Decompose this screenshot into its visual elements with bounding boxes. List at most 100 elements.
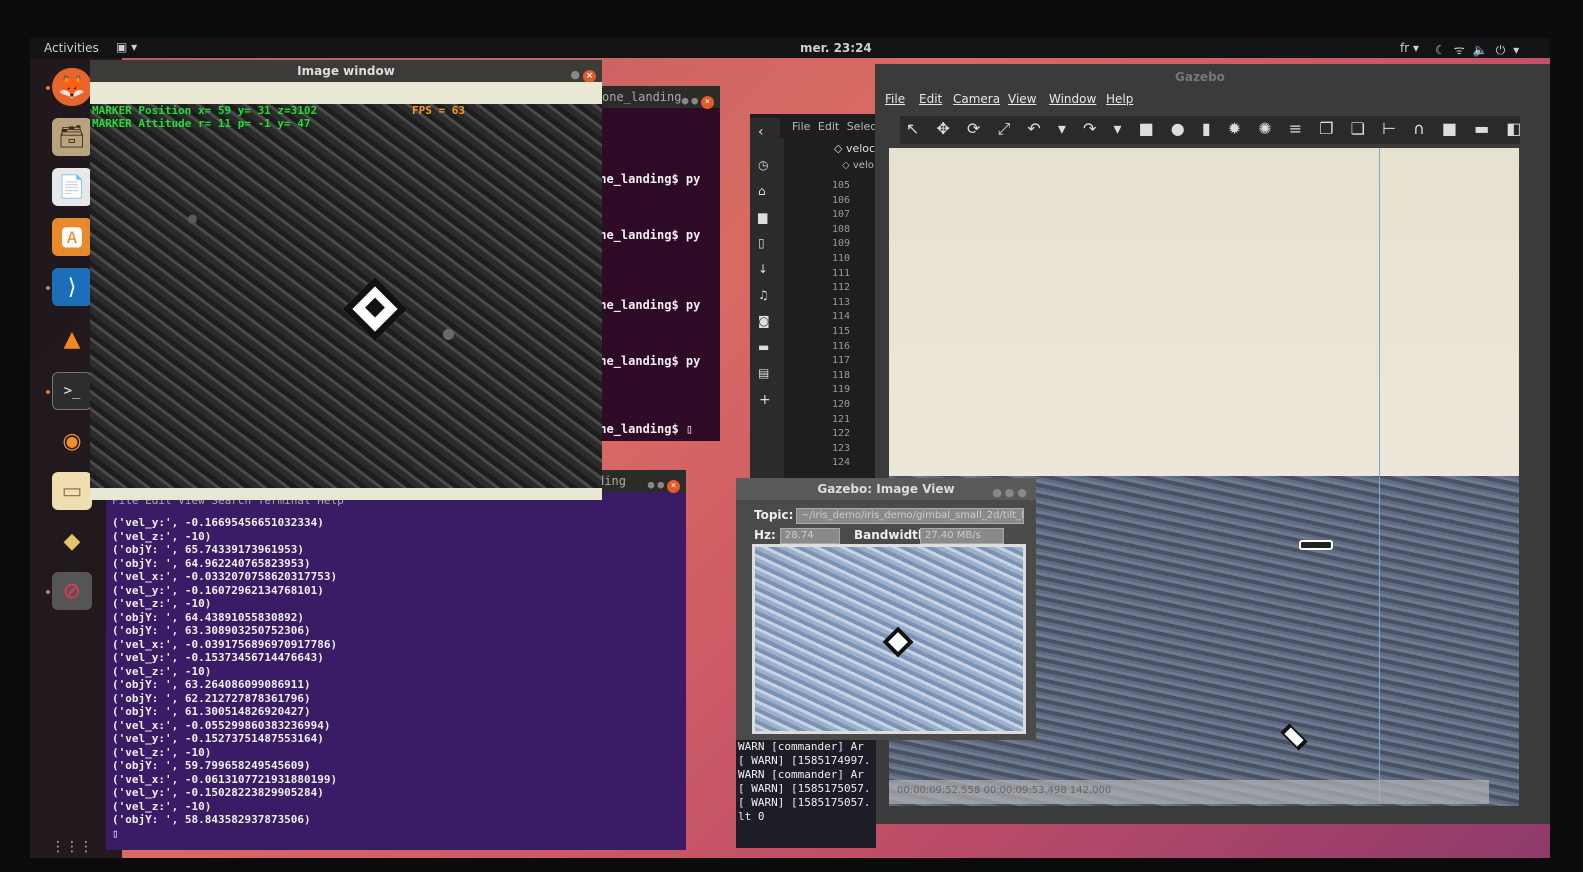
terminal-line: ('vel_z:', -10) — [112, 597, 212, 610]
running-indicator — [46, 86, 50, 90]
window-title: Gazebo: Image View — [817, 482, 955, 496]
line-number: 106 — [832, 194, 851, 206]
side-panel: ‹ ◷ ⌂ ▆ ▯ ↓ ♫ ◙ ▬ ▤ + — [750, 118, 780, 518]
document-icon[interactable]: ▯ — [758, 236, 765, 250]
menu-camera[interactable]: Camera — [953, 92, 1000, 106]
terminal-prompt: one_landing$ py — [592, 172, 701, 186]
blender-icon[interactable]: ◉ — [52, 422, 92, 460]
image-view-titlebar: Gazebo: Image View ●●● — [736, 478, 1036, 500]
terminal-window-bottom[interactable]: iding ●● × File Edit View Search Terminal… — [106, 470, 686, 850]
window-controls[interactable]: ●● × — [682, 90, 714, 112]
terminal-line: ('objY: ', 64.962240765823953) — [112, 556, 311, 570]
text-editor-icon[interactable]: 📄 — [52, 168, 92, 206]
menu-view[interactable]: View — [1008, 92, 1036, 106]
recent-icon[interactable]: ◷ — [758, 158, 768, 172]
line-number: 114 — [832, 311, 851, 323]
editor-tab[interactable]: ◇ veloc — [834, 142, 875, 155]
terminal-title: one_landing — [602, 90, 682, 104]
breadcrumb[interactable]: ◇ velo — [842, 160, 874, 171]
videos-icon[interactable]: ▬ — [758, 340, 769, 354]
show-apps-icon[interactable]: ⋮⋮⋮ — [51, 828, 93, 858]
image-window[interactable]: Image window ● × MARKER Position x= 59 y=… — [90, 60, 602, 500]
terminal-prompt[interactable]: one_landing$ ▯ — [592, 422, 693, 436]
running-indicator — [46, 390, 50, 394]
terminal-line: ('objY: ', 58.843582937873506) — [112, 813, 311, 826]
back-icon[interactable]: ‹ — [758, 124, 764, 140]
menu-help[interactable]: Help — [1106, 92, 1133, 106]
terminal-line: ('vel_x:', -0.055299860383236994) — [112, 718, 331, 732]
line-number: 122 — [832, 428, 851, 440]
vscode-icon[interactable]: ⟩ — [52, 268, 92, 306]
app-menu[interactable]: ▣ ▾ — [116, 40, 137, 54]
close-icon[interactable]: × — [701, 96, 714, 109]
window-title: Image window — [297, 64, 395, 78]
vscode-menubar[interactable]: File Edit Selec — [792, 120, 876, 133]
running-indicator — [46, 286, 50, 290]
line-number: 119 — [832, 384, 851, 396]
folder-icon[interactable]: ▆ — [758, 210, 767, 224]
menu-file[interactable]: File — [885, 92, 905, 106]
terminal-prompt: one_landing$ py — [592, 228, 701, 242]
music-icon[interactable]: ♫ — [758, 288, 769, 302]
terminal-icon[interactable]: >_ — [52, 372, 92, 410]
terminal-line: ('objY: ', 63.264086099086911) — [112, 678, 311, 691]
image-window-titlebar: Image window ● × — [90, 60, 602, 83]
window-title: Gazebo — [1175, 70, 1225, 84]
pictures-icon[interactable]: ◙ — [758, 314, 770, 328]
line-number: 112 — [832, 282, 851, 294]
add-icon[interactable]: + — [759, 392, 771, 408]
line-number: 110 — [832, 253, 851, 264]
line-number: 115 — [832, 326, 851, 337]
trash-icon[interactable]: ▤ — [758, 366, 769, 380]
marker-position-readout: MARKER Position x= 59 y= 31 z=3102 — [92, 104, 318, 117]
axis-line — [1379, 148, 1380, 804]
line-number: 120 — [832, 399, 851, 410]
terminal-line: ('vel_y:', -0.15373456714476643) — [112, 651, 324, 664]
software-center-icon[interactable]: 🅰 — [52, 218, 92, 256]
menu-window[interactable]: Window — [1049, 92, 1096, 106]
terminal-line: lt 0 — [738, 810, 765, 823]
terminal-titlebar: one_landing ●● × — [590, 86, 720, 109]
window-controls[interactable]: ●●● — [992, 482, 1030, 504]
desktop-screen: Activities ▣ ▾ mer. 23:24 fr ▾ ☾ᯤ🔈⏻▾ 🦊 🗃… — [30, 38, 1550, 858]
archive-icon[interactable]: 🗃 — [52, 118, 92, 156]
stack-icon[interactable]: ◆ — [52, 522, 92, 560]
close-icon[interactable]: × — [667, 480, 680, 493]
clock[interactable]: mer. 23:24 — [800, 41, 872, 55]
firefox-icon[interactable]: 🦊 — [52, 68, 92, 106]
recorder-icon[interactable]: ⊘ — [52, 572, 92, 610]
terminal-line: ('vel_x:', -0.0332070758620317753) — [112, 570, 338, 583]
terminal-line: ('vel_y:', -0.16072962134768101) — [112, 583, 324, 597]
terminal-line: ('vel_x:', -0.0613107721931880199) — [112, 772, 338, 786]
gazebo-image-view-window[interactable]: Gazebo: Image View ●●● Topic: ~/iris_dem… — [736, 478, 1036, 740]
bandwidth-field: 27.40 MB/s — [920, 528, 1004, 544]
gazebo-status-bar: 00:00:09:52.558 00:00:09:53.498 142.000 — [889, 780, 1489, 804]
topic-select[interactable]: ~/iris_demo/iris_demo/gimbal_small_2d/ti… — [796, 508, 1024, 524]
window-controls[interactable]: ●● × — [648, 474, 680, 496]
marker-attitude-readout: MARKER Attitude r= 11 p= -1 y= 47 — [92, 117, 311, 130]
home-icon[interactable]: ⌂ — [758, 184, 766, 198]
vlc-icon[interactable]: ▲ — [52, 320, 92, 358]
line-number: 113 — [832, 296, 851, 308]
notes-icon[interactable]: ▭ — [52, 472, 92, 510]
line-number: 107 — [832, 209, 851, 221]
moon-icon: ☾ — [1435, 43, 1454, 57]
line-number: 118 — [832, 369, 851, 381]
terminal-line: [ WARN] [1585175057. — [738, 796, 871, 809]
activities-button[interactable]: Activities — [44, 41, 99, 55]
terminal-prompt: one_landing$ py — [592, 354, 701, 368]
terminal-window-top[interactable]: one_landing ●● × one_landing$ py one_land… — [590, 86, 720, 441]
line-number: 111 — [832, 267, 851, 279]
terminal-line: ('vel_y:', -0.15028223829905284) — [112, 786, 324, 799]
language-selector[interactable]: fr ▾ — [1400, 41, 1419, 55]
hz-field: 28.74 — [780, 528, 840, 544]
line-number: 108 — [832, 223, 851, 235]
system-tray[interactable]: ☾ᯤ🔈⏻▾ — [1435, 41, 1527, 58]
terminal-line: ('objY: ', 61.300514826920427) — [112, 705, 311, 718]
power-icon: ⏻ — [1495, 43, 1514, 57]
top-bar: Activities ▣ ▾ mer. 23:24 fr ▾ ☾ᯤ🔈⏻▾ — [30, 38, 1550, 58]
download-icon[interactable]: ↓ — [758, 262, 768, 276]
menu-edit[interactable]: Edit — [919, 92, 942, 106]
drone-model[interactable] — [1299, 540, 1333, 550]
gazebo-toolbar[interactable]: ↖ ✥ ⟳ ⤢ ↶ ▾ ↷ ▾ ■ ● ▮ ✹ ✺ ≡ ❐ ❏ ⊢ ∩ ■ ▬ … — [900, 116, 1520, 144]
